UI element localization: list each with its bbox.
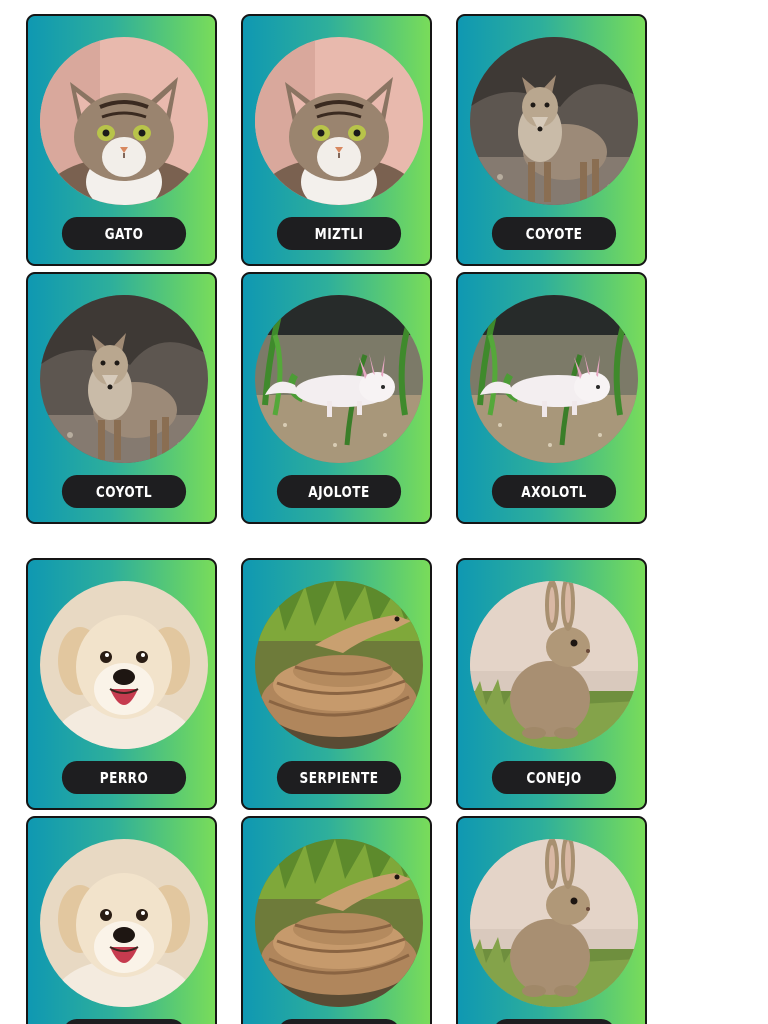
card-label: PERRO bbox=[61, 761, 187, 794]
animal-card-5[interactable]: AJOLOTE bbox=[241, 272, 432, 524]
animal-card-7[interactable]: PERRO bbox=[26, 558, 217, 810]
card-label: AXOLOTL bbox=[491, 475, 617, 508]
axolotl-photo bbox=[470, 295, 638, 463]
animal-card-10[interactable] bbox=[26, 816, 217, 1024]
puppy-photo bbox=[40, 839, 208, 1007]
axolotl-photo bbox=[255, 295, 423, 463]
card-label bbox=[276, 1019, 402, 1024]
card-label: AJOLOTE bbox=[276, 475, 402, 508]
snake-photo bbox=[255, 581, 423, 749]
card-label: COYOTL bbox=[61, 475, 187, 508]
animal-card-11[interactable] bbox=[241, 816, 432, 1024]
card-label bbox=[491, 1019, 617, 1024]
animal-card-6[interactable]: AXOLOTL bbox=[456, 272, 647, 524]
coyote-photo bbox=[470, 37, 638, 205]
animal-card-8[interactable]: SERPIENTE bbox=[241, 558, 432, 810]
animal-card-2[interactable]: MIZTLI bbox=[241, 14, 432, 266]
card-label: SERPIENTE bbox=[276, 761, 402, 794]
card-label bbox=[61, 1019, 187, 1024]
animal-card-1[interactable]: GATO bbox=[26, 14, 217, 266]
animal-card-9[interactable]: CONEJO bbox=[456, 558, 647, 810]
animal-card-4[interactable]: COYOTL bbox=[26, 272, 217, 524]
card-label: GATO bbox=[61, 217, 187, 250]
rabbit-photo bbox=[470, 581, 638, 749]
cat-photo bbox=[40, 37, 208, 205]
card-label: CONEJO bbox=[491, 761, 617, 794]
cat-photo bbox=[255, 37, 423, 205]
rabbit-photo bbox=[470, 839, 638, 1007]
snake-photo bbox=[255, 839, 423, 1007]
puppy-photo bbox=[40, 581, 208, 749]
animal-card-12[interactable] bbox=[456, 816, 647, 1024]
animal-card-3[interactable]: COYOTE bbox=[456, 14, 647, 266]
card-label: MIZTLI bbox=[276, 217, 402, 250]
coyote-photo bbox=[40, 295, 208, 463]
card-label: COYOTE bbox=[491, 217, 617, 250]
